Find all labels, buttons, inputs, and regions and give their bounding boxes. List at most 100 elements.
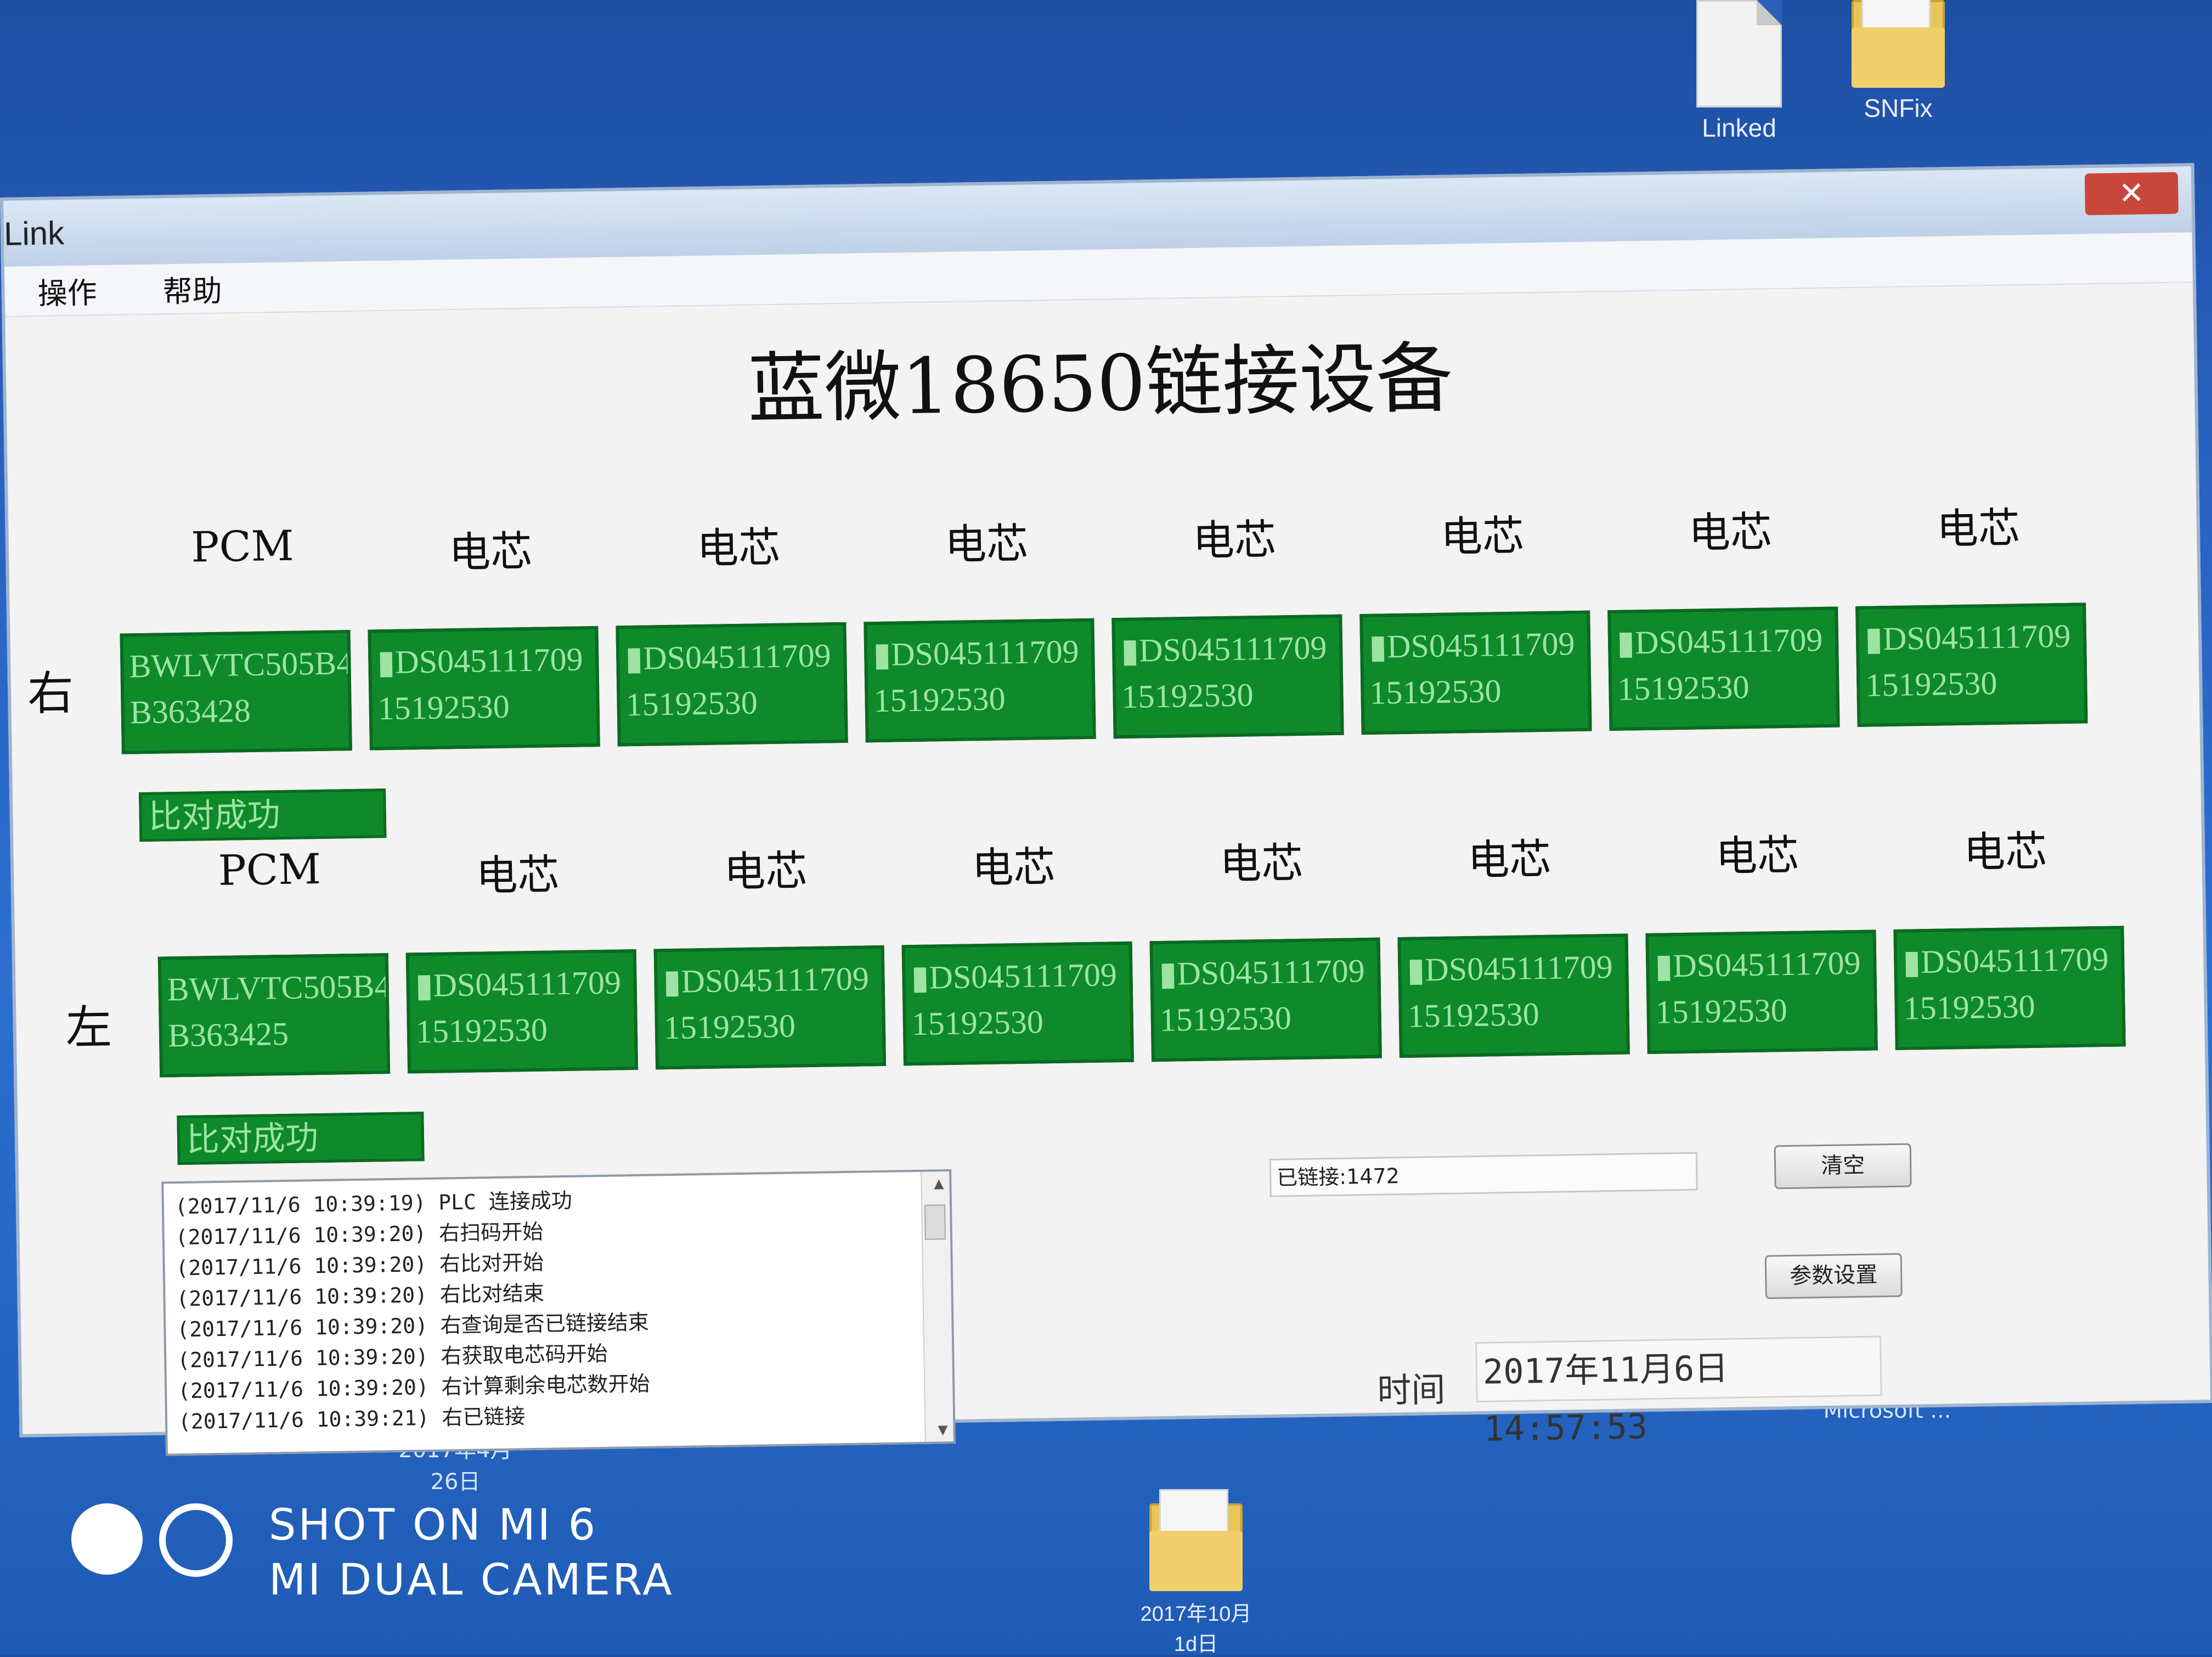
header-cell: 电芯: [1440, 511, 1525, 561]
cell-line1: ▮DS045111709: [663, 960, 870, 1000]
desktop-icon-snfix[interactable]: SNFix: [1832, 0, 1964, 123]
cell-line1: ▮DS045111709: [376, 641, 584, 681]
left-header-row: PCM 电芯 电芯 电芯 电芯 电芯 电芯 电芯: [145, 816, 2130, 908]
time-label: 时间: [1376, 1369, 1446, 1411]
log-scrollbar[interactable]: ▲ ▼: [921, 1171, 953, 1442]
header-cell: 电芯: [696, 522, 781, 573]
clear-button[interactable]: 清空: [1774, 1143, 1912, 1190]
linked-count-field: 已链接:1472: [1269, 1152, 1698, 1197]
cell-line1: BWLVTC505B47: [167, 967, 391, 1008]
cell-line1: ▮DS045111709: [872, 633, 1080, 673]
desktop-icon-label: SNFix: [1864, 94, 1933, 122]
header-cell: 电芯: [1467, 834, 1551, 885]
cell-line2: 15192530: [415, 1011, 548, 1050]
right-cell-row: BWLVTC505B47 B363428 ▮DS045111709 15192530…: [120, 602, 2088, 754]
folder-icon: [1149, 1489, 1243, 1591]
watermark-line2: MI DUAL CAMERA: [269, 1555, 674, 1605]
cell-line1: ▮DS045111709: [1616, 621, 1823, 661]
cell-line1: ▮DS045111709: [911, 956, 1118, 996]
left-status-badge: 比对成功: [177, 1112, 425, 1165]
cell-line2: 15192530: [1655, 992, 1788, 1030]
scrollbar-thumb[interactable]: [924, 1204, 946, 1240]
header-cell: 电芯: [1219, 838, 1304, 889]
cell-line1: ▮DS045111709: [1158, 953, 1365, 992]
cell-line1: ▮DS045111709: [1406, 949, 1613, 988]
cell-line1: ▮DS045111709: [1864, 617, 2071, 657]
watermark-line1: SHOT ON MI 6: [269, 1501, 598, 1550]
cell-line2: 15192530: [663, 1007, 796, 1046]
header-cell: 电芯: [1936, 503, 2021, 554]
cell-line2: B363428: [129, 692, 251, 731]
right-battery-cell: ▮DS045111709 15192530: [1111, 614, 1344, 739]
scroll-up-icon[interactable]: ▲: [934, 1174, 944, 1193]
left-battery-cell: ▮DS045111709 15192530: [653, 945, 887, 1070]
cell-line2: B363425: [167, 1015, 289, 1054]
page-title: 蓝微18650链接设备: [747, 334, 1454, 435]
close-button[interactable]: ✕: [2084, 172, 2179, 216]
window-title: Link: [3, 215, 65, 252]
header-pcm: PCM: [218, 844, 321, 895]
right-header-row: PCM 电芯 电芯 电芯 电芯 电芯 电芯 电芯: [118, 493, 2102, 584]
cell-line2: 15192530: [1159, 1000, 1292, 1038]
cell-line1: ▮DS045111709: [1120, 629, 1327, 669]
header-cell: 电芯: [944, 518, 1029, 570]
right-pcm-cell: BWLVTC505B47 B363428: [120, 630, 352, 754]
right-battery-cell: ▮DS045111709 15192530: [1855, 602, 2088, 727]
file-icon: [1696, 0, 1782, 108]
cell-line2: 15192530: [1903, 988, 2036, 1027]
header-cell: 电芯: [1715, 830, 1799, 881]
header-pcm: PCM: [190, 521, 295, 572]
header-cell: 电芯: [971, 842, 1056, 893]
folder-icon: [1852, 0, 1945, 88]
right-battery-cell: ▮DS045111709 15192530: [1359, 610, 1592, 735]
left-side-label: 左: [65, 1000, 112, 1055]
desktop-icon-label: Linked: [1702, 114, 1776, 142]
cell-line2: 15192530: [377, 688, 510, 727]
right-status-badge: 比对成功: [139, 788, 387, 842]
cell-line1: ▮DS045111709: [1654, 944, 1861, 984]
cell-line2: 15192530: [1369, 673, 1502, 711]
cell-line1: BWLVTC505B47: [128, 644, 352, 685]
left-cell-row: BWLVTC505B47 B363425 ▮DS045111709 15192530…: [157, 926, 2126, 1078]
log-textbox[interactable]: (2017/11/6 10:39:19) PLC 连接成功 (2017/11/6…: [161, 1169, 956, 1456]
app-window: Link ✕ 操作 帮助 蓝微18650链接设备 PCM 电芯 电芯 电芯 电芯…: [0, 163, 2212, 1456]
left-battery-cell: ▮DS045111709 15192530: [1645, 929, 1878, 1055]
right-battery-cell: ▮DS045111709 15192530: [864, 618, 1096, 743]
menu-item-operate[interactable]: 操作: [26, 263, 108, 317]
header-cell: 电芯: [1963, 826, 2047, 877]
header-cell: 电芯: [723, 846, 808, 897]
header-cell: 电芯: [475, 850, 560, 900]
right-battery-cell: ▮DS045111709 15192530: [368, 625, 600, 751]
cell-line1: ▮DS045111709: [1902, 940, 2109, 980]
cell-line2: 15192530: [911, 1004, 1044, 1042]
right-battery-cell: ▮DS045111709 15192530: [616, 622, 848, 747]
header-cell: 电芯: [1192, 515, 1277, 565]
client-area: 蓝微18650链接设备 PCM 电芯 电芯 电芯 电芯 电芯 电芯 电芯 右 B…: [5, 283, 2210, 1456]
cell-line2: 15192530: [1865, 664, 1997, 703]
time-value-field: 2017年11月6日14:57:53: [1475, 1335, 1882, 1449]
menu-item-help[interactable]: 帮助: [151, 262, 233, 315]
cell-line2: 15192530: [625, 684, 758, 723]
cell-line1: ▮DS045111709: [624, 637, 832, 677]
left-battery-cell: ▮DS045111709 15192530: [901, 941, 1135, 1066]
desktop-icon-october-folder[interactable]: 2017年10月 1d日: [1130, 1489, 1262, 1657]
left-pcm-cell: BWLVTC505B47 B363425: [157, 953, 391, 1078]
desktop-icon-linked[interactable]: Linked: [1673, 0, 1805, 143]
scroll-down-icon[interactable]: ▼: [938, 1420, 948, 1439]
params-settings-button[interactable]: 参数设置: [1764, 1253, 1903, 1299]
left-battery-cell: ▮DS045111709 15192530: [1149, 937, 1382, 1062]
cell-line2: 15192530: [1121, 677, 1254, 715]
watermark-text: SHOT ON MI 6 MI DUAL CAMERA: [269, 1498, 674, 1608]
right-battery-cell: ▮DS045111709 15192530: [1607, 606, 1840, 731]
desktop-icon-label: 2017年10月 1d日: [1140, 1603, 1252, 1656]
cell-line2: 15192530: [873, 680, 1006, 719]
cell-line1: ▮DS045111709: [1368, 625, 1575, 665]
cell-line2: 15192530: [1617, 669, 1750, 707]
left-battery-cell: ▮DS045111709 15192530: [405, 949, 639, 1074]
left-battery-cell: ▮DS045111709 15192530: [1893, 926, 2126, 1050]
header-cell: 电芯: [448, 526, 533, 577]
header-cell: 电芯: [1688, 507, 1773, 557]
right-side-label: 右: [27, 666, 74, 721]
camera-logo-icon: [71, 1503, 241, 1591]
left-battery-cell: ▮DS045111709 15192530: [1397, 933, 1630, 1058]
